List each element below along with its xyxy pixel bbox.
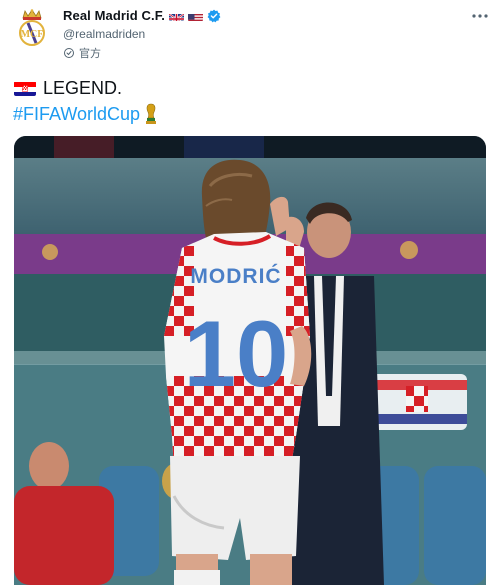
tweet-text-line: LEGEND. [14,78,122,99]
hashtag-line: #FIFAWorldCup [13,103,158,125]
tweet[interactable]: MCF Real Madrid C.F. @realmadriden 官方 LE… [0,0,500,585]
handle[interactable]: @realmadriden [63,27,145,41]
display-name[interactable]: Real Madrid C.F. [63,8,165,23]
jersey-name: MODRIĆ [190,264,281,288]
jersey-number: 10 [184,301,289,406]
uk-flag-icon [169,11,185,21]
official-label: 官方 [79,48,101,60]
tweet-photo[interactable]: MODRIĆ 10 [14,136,486,585]
world-cup-trophy-icon [146,103,157,124]
avatar[interactable]: MCF [12,8,52,48]
player-photo: MODRIĆ 10 [14,136,486,585]
check-circle-icon [64,48,74,58]
affiliate-label: 官方 [63,45,101,61]
tweet-text: LEGEND. [43,78,123,98]
hashtag-link[interactable]: #FIFAWorldCup [13,104,140,125]
svg-text:MCF: MCF [21,29,44,40]
more-options-icon[interactable] [470,6,490,26]
real-madrid-crest-icon: MCF [19,9,45,46]
verified-badge-icon [207,9,221,23]
us-flag-icon [188,11,204,21]
croatia-flag-icon [14,81,36,96]
